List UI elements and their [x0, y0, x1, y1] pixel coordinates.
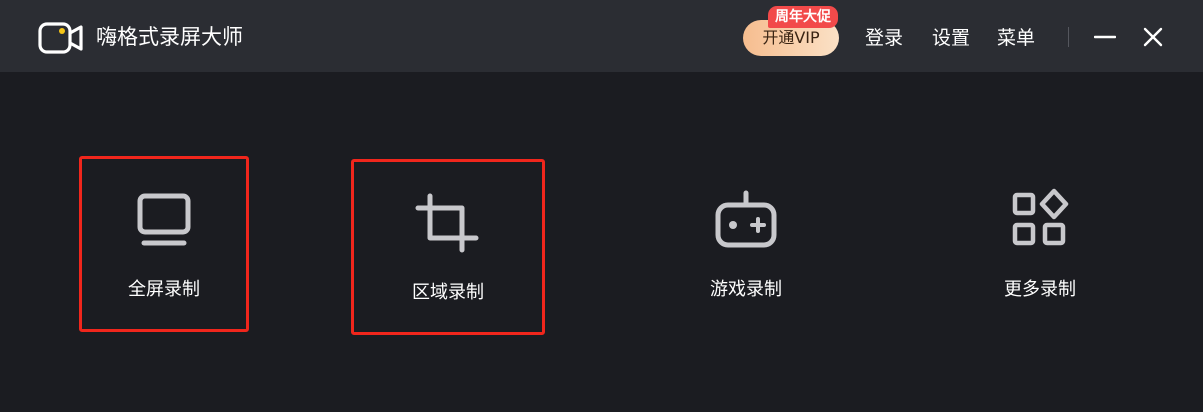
more-record-button[interactable]: 更多录制: [955, 156, 1125, 332]
login-link[interactable]: 登录: [865, 25, 903, 51]
region-record-button[interactable]: 区域录制: [351, 159, 545, 335]
app-title: 嗨格式录屏大师: [96, 25, 243, 49]
apps-grid-icon: [1012, 188, 1069, 246]
title-bar[interactable]: 嗨格式录屏大师 开通VIP 周年大促 登录 设置 菜单: [0, 0, 1203, 72]
fullscreen-record-label: 全屏录制: [128, 279, 200, 300]
app-window: 嗨格式录屏大师 开通VIP 周年大促 登录 设置 菜单 全屏录制 区域录制 游戏…: [0, 0, 1203, 412]
minimize-icon[interactable]: [1094, 26, 1116, 48]
settings-link[interactable]: 设置: [932, 25, 970, 51]
region-record-label: 区域录制: [412, 282, 484, 303]
gamepad-icon: [715, 190, 777, 248]
menu-link[interactable]: 菜单: [997, 25, 1035, 51]
game-record-button[interactable]: 游戏录制: [661, 156, 831, 332]
vip-area: 开通VIP 周年大促: [743, 6, 839, 56]
game-record-label: 游戏录制: [710, 279, 782, 300]
crop-icon: [415, 193, 479, 253]
fullscreen-record-button[interactable]: 全屏录制: [79, 156, 249, 332]
camera-logo-icon: [38, 22, 83, 54]
close-icon[interactable]: [1142, 26, 1164, 48]
more-record-label: 更多录制: [1004, 279, 1076, 300]
monitor-icon: [137, 193, 191, 246]
promo-badge: 周年大促: [768, 6, 838, 28]
title-divider: [1068, 27, 1069, 47]
